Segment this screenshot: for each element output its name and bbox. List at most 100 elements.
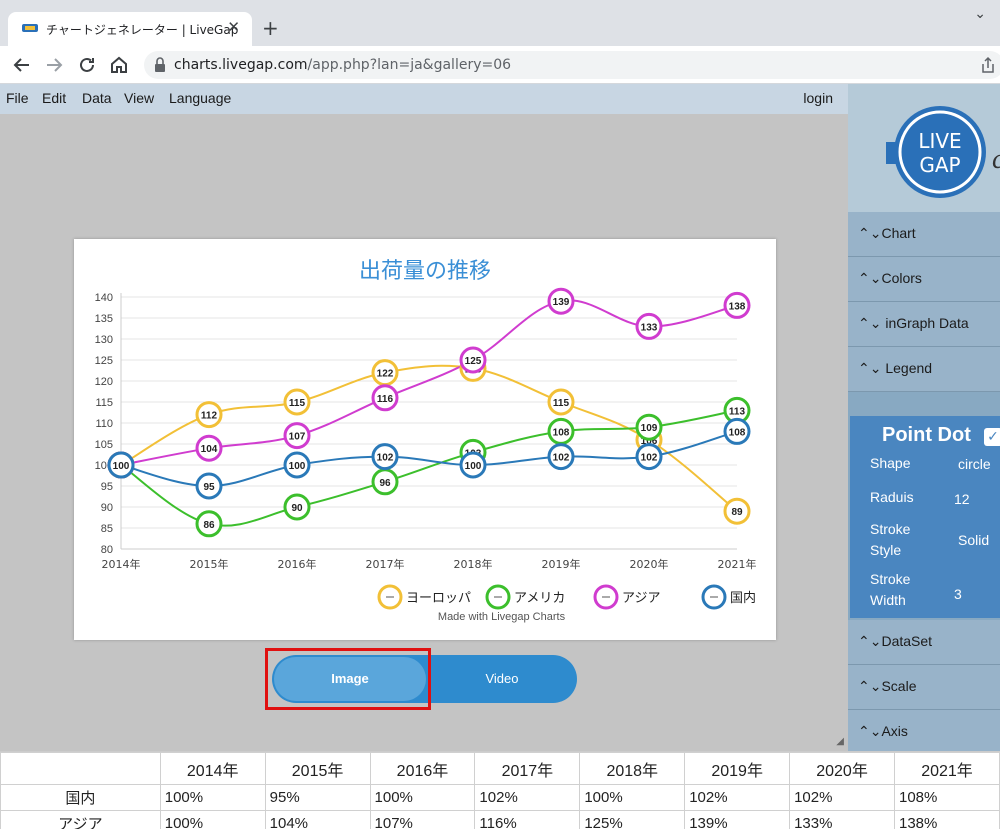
reload-icon[interactable] xyxy=(75,53,99,77)
url-host: charts.livegap.com xyxy=(174,57,308,73)
data-label: 102 xyxy=(553,453,570,464)
table-cell[interactable]: 107% xyxy=(369,810,476,829)
resize-grip-icon[interactable]: ◢ xyxy=(836,736,844,747)
stroke-style-select[interactable]: Solid xyxy=(958,532,989,548)
radius-label: Raduis xyxy=(870,489,914,505)
section-legend[interactable]: ⌃⌄ Legend xyxy=(848,347,1000,392)
stroke-width-input[interactable]: 3 xyxy=(954,586,962,602)
legend-label: ヨーロッパ xyxy=(406,591,471,606)
table-cell[interactable]: 100% xyxy=(369,784,476,811)
data-label: 100 xyxy=(113,461,130,472)
table-cell[interactable]: 95% xyxy=(264,784,371,811)
data-label: 112 xyxy=(201,411,218,422)
shape-select[interactable]: circle xyxy=(958,456,991,472)
table-cell[interactable]: 100% xyxy=(579,784,686,811)
table-cell[interactable]: 102% xyxy=(789,784,895,811)
chevron-down-icon[interactable]: ⌄ xyxy=(974,6,986,22)
table-cell[interactable]: 108% xyxy=(893,784,1000,811)
menu-file[interactable]: File xyxy=(6,90,29,106)
data-label: 90 xyxy=(291,503,303,514)
browser-toolbar: charts.livegap.com/app.php?lan=ja&galler… xyxy=(0,46,1000,84)
section-dataset[interactable]: ⌃⌄DataSet xyxy=(848,620,1000,665)
table-cell[interactable]: 104% xyxy=(264,810,371,829)
point-dot-title: Point Dot xyxy=(882,424,971,446)
table-row-name[interactable]: 国内 xyxy=(0,784,161,811)
legend-label: アメリカ xyxy=(514,591,565,606)
section-axis[interactable]: ⌃⌄Axis xyxy=(848,710,1000,751)
menu-language[interactable]: Language xyxy=(169,90,231,106)
table-header-cell[interactable]: 2020年 xyxy=(789,752,895,785)
table-header-cell[interactable]: 2021年 xyxy=(893,752,1000,785)
table-header-cell[interactable] xyxy=(0,752,161,785)
livegap-favicon-icon xyxy=(22,24,38,32)
table-header-cell[interactable]: 2016年 xyxy=(369,752,476,785)
x-tick-label: 2014年 xyxy=(102,557,141,571)
close-tab-icon[interactable]: ✕ xyxy=(227,18,240,36)
x-tick-label: 2020年 xyxy=(630,557,669,571)
section-ingraph-data[interactable]: ⌃⌄ inGraph Data xyxy=(848,302,1000,347)
point-dot-panel: Point Dot ✓ Shape circle Raduis 12 Strok… xyxy=(850,416,1000,618)
table-cell[interactable]: 125% xyxy=(579,810,686,829)
y-tick-label: 125 xyxy=(95,355,113,367)
x-tick-label: 2016年 xyxy=(278,557,317,571)
radius-input[interactable]: 12 xyxy=(954,491,970,507)
point-dot-checkbox[interactable]: ✓ xyxy=(984,428,1000,446)
data-table: 2014年 2015年 2016年 2017年 2018年 2019年 2020… xyxy=(0,751,1000,829)
menu-view[interactable]: View xyxy=(124,90,154,106)
data-label: 107 xyxy=(289,432,306,443)
table-row-name[interactable]: アジア xyxy=(0,810,161,829)
table-cell[interactable]: 100% xyxy=(159,784,266,811)
menu-data[interactable]: Data xyxy=(82,90,112,106)
y-tick-label: 110 xyxy=(95,418,113,430)
table-header-cell[interactable]: 2015年 xyxy=(264,752,371,785)
table-header-cell[interactable]: 2019年 xyxy=(684,752,791,785)
data-label: 109 xyxy=(641,423,658,434)
y-tick-label: 85 xyxy=(101,523,113,535)
x-tick-label: 2015年 xyxy=(190,557,229,571)
table-cell[interactable]: 139% xyxy=(684,810,791,829)
section-scale[interactable]: ⌃⌄Scale xyxy=(848,665,1000,710)
legend-label: アジア xyxy=(622,591,660,606)
data-label: 125 xyxy=(465,356,482,367)
table-cell[interactable]: 116% xyxy=(474,810,581,829)
data-label: 108 xyxy=(553,427,570,438)
chart-title: 出荷量の推移 xyxy=(358,259,491,284)
table-header-cell[interactable]: 2017年 xyxy=(474,752,581,785)
share-icon[interactable] xyxy=(980,56,996,74)
table-cell[interactable]: 133% xyxy=(789,810,895,829)
back-arrow-icon[interactable] xyxy=(10,53,34,77)
table-header-cell[interactable]: 2014年 xyxy=(159,752,266,785)
table-cell[interactable]: 100% xyxy=(159,810,266,829)
forward-arrow-icon[interactable] xyxy=(42,53,66,77)
legend-label: 国内 xyxy=(730,590,756,606)
data-label: 95 xyxy=(203,482,215,493)
table-row: アジア 100% 104% 107% 116% 125% 139% 133% 1… xyxy=(0,810,1000,829)
data-label: 96 xyxy=(379,478,391,489)
login-link[interactable]: login xyxy=(803,90,833,106)
section-colors[interactable]: ⌃⌄Colors xyxy=(848,257,1000,302)
data-label: 115 xyxy=(553,398,570,409)
y-tick-label: 90 xyxy=(101,502,113,514)
table-cell[interactable]: 102% xyxy=(474,784,581,811)
table-row: 国内 100% 95% 100% 102% 100% 102% 102% 108… xyxy=(0,784,1000,811)
table-cell[interactable]: 138% xyxy=(893,810,1000,829)
chart-credit: Made with Livegap Charts xyxy=(437,611,566,623)
shape-label: Shape xyxy=(870,455,911,471)
y-tick-label: 95 xyxy=(101,481,113,493)
new-tab-button[interactable]: + xyxy=(262,16,279,40)
data-label: 122 xyxy=(377,369,394,380)
browser-tab[interactable]: チャートジェネレーター | LiveGap ✕ xyxy=(8,12,252,46)
url-path: /app.php?lan=ja&gallery=06 xyxy=(307,57,512,73)
y-tick-label: 135 xyxy=(95,313,113,325)
video-export-button[interactable]: Video xyxy=(432,657,572,701)
menu-edit[interactable]: Edit xyxy=(42,90,66,106)
home-icon[interactable] xyxy=(107,53,131,77)
table-cell[interactable]: 102% xyxy=(684,784,791,811)
address-bar[interactable]: charts.livegap.com/app.php?lan=ja&galler… xyxy=(144,51,1000,79)
svg-text:GAP: GAP xyxy=(919,153,960,177)
logo-area: LIVE GAP c xyxy=(848,84,1000,212)
data-label: 89 xyxy=(731,507,743,518)
table-header-cell[interactable]: 2018年 xyxy=(579,752,686,785)
tab-title: チャートジェネレーター | LiveGap xyxy=(46,23,239,37)
section-chart[interactable]: ⌃⌄Chart xyxy=(848,212,1000,257)
